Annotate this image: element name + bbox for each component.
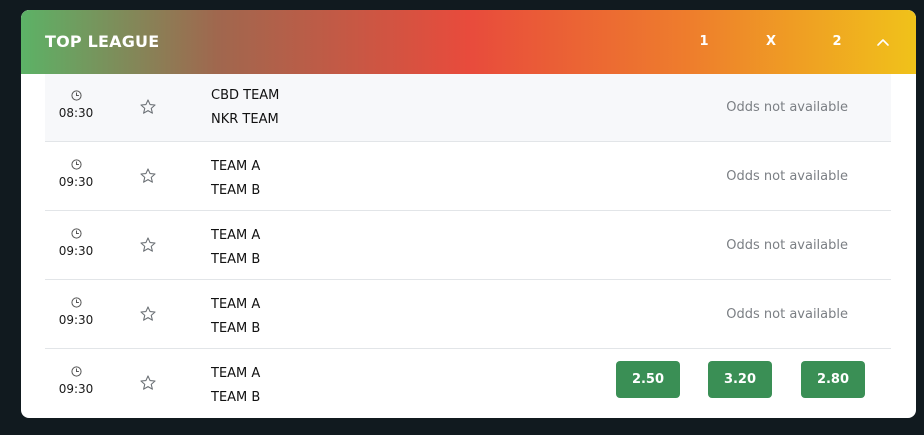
column-header-x: X — [765, 34, 777, 49]
match-row[interactable]: 09:30 TEAM A TEAM B Odds not available — [45, 211, 891, 280]
clock-icon — [71, 228, 82, 239]
away-team: TEAM B — [211, 183, 261, 198]
match-teams[interactable]: CBD TEAM NKR TEAM — [211, 84, 279, 132]
away-team: NKR TEAM — [211, 112, 279, 127]
clock-icon — [71, 159, 82, 170]
league-card: TOP LEAGUE 1 X 2 08:30 CBD TEAM NKR TEAM — [21, 10, 916, 418]
match-time: 08:30 — [45, 74, 107, 141]
odds-unavailable-label: Odds not available — [726, 100, 848, 115]
league-header[interactable]: TOP LEAGUE 1 X 2 — [21, 10, 916, 74]
column-header-1: 1 — [699, 34, 709, 49]
time-label: 08:30 — [58, 106, 94, 120]
home-team: TEAM A — [211, 159, 261, 174]
star-icon[interactable] — [139, 374, 157, 392]
league-title: TOP LEAGUE — [45, 32, 160, 51]
clock-icon — [71, 366, 82, 377]
star-icon[interactable] — [139, 98, 157, 116]
match-time: 09:30 — [45, 142, 107, 210]
odds-unavailable-label: Odds not available — [726, 306, 848, 322]
star-icon[interactable] — [139, 305, 157, 323]
match-row[interactable]: 09:30 TEAM A TEAM B Odds not available — [45, 142, 891, 211]
match-time: 09:30 — [45, 349, 107, 418]
match-list: 08:30 CBD TEAM NKR TEAM Odds not availab… — [45, 74, 891, 418]
match-teams[interactable]: TEAM A TEAM B — [211, 224, 260, 272]
home-team: TEAM A — [211, 228, 261, 243]
clock-icon — [71, 297, 82, 308]
home-team: TEAM A — [211, 297, 261, 312]
away-team: TEAM B — [211, 321, 261, 336]
home-team: TEAM A — [211, 366, 261, 381]
odds-button-home[interactable]: 2.50 — [616, 361, 680, 398]
star-icon[interactable] — [139, 167, 157, 185]
odds-button-draw[interactable]: 3.20 — [708, 361, 772, 398]
match-teams[interactable]: TEAM A TEAM B — [211, 155, 260, 203]
clock-icon — [71, 90, 82, 101]
home-team: CBD TEAM — [211, 88, 280, 103]
match-teams[interactable]: TEAM A TEAM B — [211, 293, 260, 341]
time-label: 09:30 — [58, 175, 94, 189]
time-label: 09:30 — [58, 244, 94, 258]
odds-unavailable-label: Odds not available — [726, 237, 848, 253]
star-icon[interactable] — [139, 236, 157, 254]
away-team: TEAM B — [211, 252, 261, 267]
match-teams[interactable]: TEAM A TEAM B — [211, 362, 260, 410]
match-time: 09:30 — [45, 211, 107, 279]
time-label: 09:30 — [58, 313, 94, 327]
match-row[interactable]: 09:30 TEAM A TEAM B 2.50 3.20 2.80 — [45, 349, 891, 418]
odds-unavailable-label: Odds not available — [726, 168, 848, 184]
odds-button-away[interactable]: 2.80 — [801, 361, 865, 398]
match-time: 09:30 — [45, 280, 107, 348]
chevron-up-icon[interactable] — [873, 34, 893, 50]
away-team: TEAM B — [211, 390, 261, 405]
time-label: 09:30 — [58, 382, 94, 396]
match-row[interactable]: 08:30 CBD TEAM NKR TEAM Odds not availab… — [45, 74, 891, 142]
column-header-2: 2 — [832, 34, 842, 49]
match-row[interactable]: 09:30 TEAM A TEAM B Odds not available — [45, 280, 891, 349]
